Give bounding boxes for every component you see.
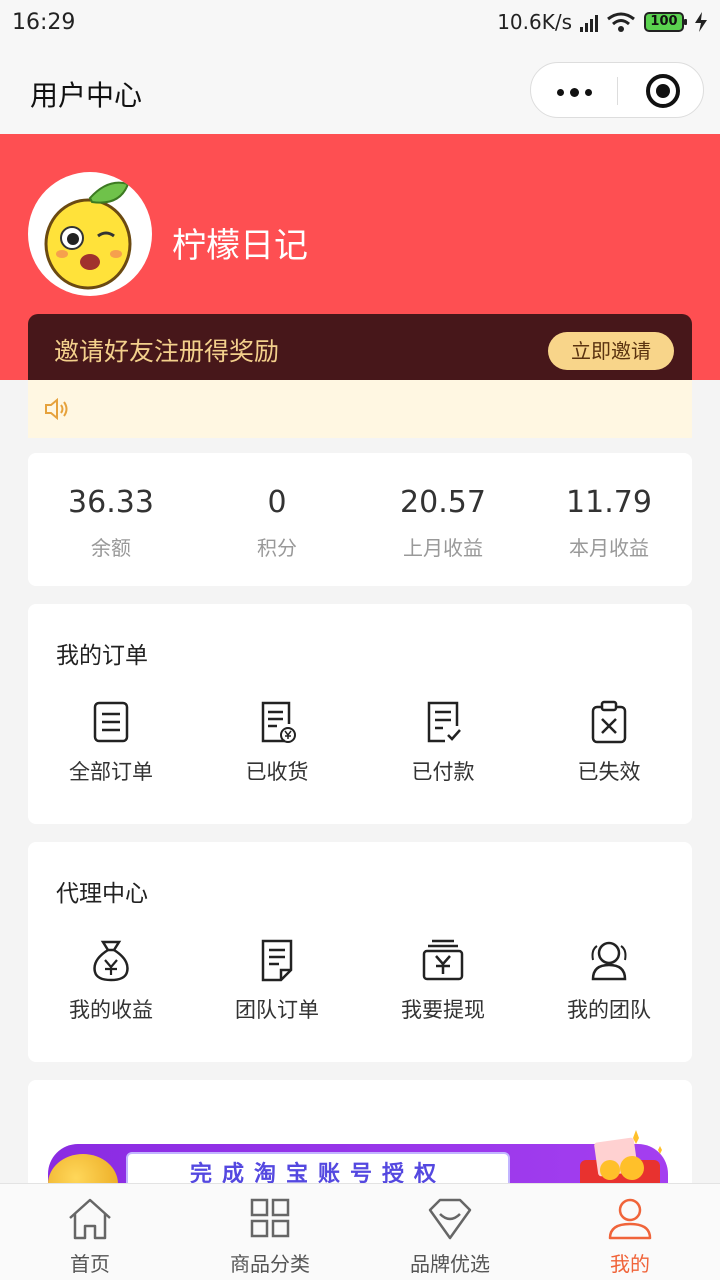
agent-card: 代理中心 我的收益 团队订单 我要提现 我的团队 <box>28 842 692 1062</box>
order-received[interactable]: 已收货 <box>194 700 360 786</box>
status-bar: 16:29 10.6K/s 100 <box>0 0 720 48</box>
icon-label: 团队订单 <box>235 998 319 1022</box>
agent-team-orders[interactable]: 团队订单 <box>194 938 360 1024</box>
section-title: 代理中心 <box>56 881 148 907</box>
icon-label: 我的收益 <box>69 998 153 1022</box>
status-right: 10.6K/s 100 <box>497 10 710 34</box>
receipt-yen-icon <box>261 701 296 743</box>
clipboard-x-icon <box>591 700 627 744</box>
speaker-icon <box>45 398 68 420</box>
orders-card: 我的订单 全部订单 已收货 已付款 已失效 <box>28 604 692 824</box>
document-check-icon <box>427 701 461 743</box>
page-title: 用户中心 <box>30 79 143 112</box>
tab-label: 首页 <box>70 1252 110 1276</box>
tab-label: 商品分类 <box>230 1252 310 1276</box>
agent-withdraw[interactable]: 我要提现 <box>360 938 526 1024</box>
orders-row: 全部订单 已收货 已付款 已失效 <box>28 700 692 786</box>
notice-bar <box>28 380 692 438</box>
order-paid[interactable]: 已付款 <box>360 700 526 786</box>
agent-team[interactable]: 我的团队 <box>526 938 692 1024</box>
agent-earnings[interactable]: 我的收益 <box>28 938 194 1024</box>
stat-value: 20.57 <box>400 485 486 520</box>
team-icon <box>591 941 627 981</box>
more-icon[interactable] <box>557 88 592 97</box>
icon-label: 全部订单 <box>69 760 153 784</box>
tab-home[interactable]: 首页 <box>0 1184 180 1280</box>
tab-label: 品牌优选 <box>410 1252 490 1276</box>
grid-icon <box>250 1198 290 1238</box>
stat-last-month[interactable]: 20.57 上月收益 <box>360 453 526 586</box>
stat-points[interactable]: 0 积分 <box>194 453 360 586</box>
order-expired[interactable]: 已失效 <box>526 700 692 786</box>
diamond-icon <box>428 1198 472 1240</box>
tab-label: 我的 <box>610 1252 650 1276</box>
invite-banner[interactable]: 邀请好友注册得奖励 立即邀请 <box>28 314 692 380</box>
stat-value: 11.79 <box>566 485 652 520</box>
tab-bar: 首页 商品分类 品牌优选 我的 <box>0 1183 720 1280</box>
agent-row: 我的收益 团队订单 我要提现 我的团队 <box>28 938 692 1024</box>
tab-brands[interactable]: 品牌优选 <box>360 1184 540 1280</box>
wifi-icon <box>607 12 635 32</box>
status-time: 16:29 <box>12 10 76 35</box>
money-bag-icon <box>93 940 129 982</box>
list-document-icon <box>261 939 293 982</box>
cash-stack-icon <box>422 939 464 981</box>
stat-this-month[interactable]: 11.79 本月收益 <box>526 453 692 586</box>
icon-label: 我的团队 <box>567 998 651 1022</box>
avatar[interactable] <box>28 172 152 296</box>
stat-label: 积分 <box>257 536 297 560</box>
stat-label: 本月收益 <box>569 536 649 560</box>
document-icon <box>93 701 129 743</box>
tab-categories[interactable]: 商品分类 <box>180 1184 360 1280</box>
stat-value: 0 <box>267 485 287 520</box>
user-icon <box>608 1198 652 1240</box>
icon-label: 我要提现 <box>401 998 485 1022</box>
signal-icon <box>580 12 598 32</box>
close-target-icon[interactable] <box>646 74 680 108</box>
section-title: 我的订单 <box>56 643 148 669</box>
icon-label: 已失效 <box>577 760 641 784</box>
capsule-divider <box>617 77 618 105</box>
network-speed: 10.6K/s <box>497 10 572 34</box>
stat-value: 36.33 <box>68 485 154 520</box>
mini-program-capsule <box>530 62 704 118</box>
icon-label: 已收货 <box>245 760 309 784</box>
battery-icon: 100 <box>644 12 687 32</box>
stat-label: 余额 <box>91 536 131 560</box>
invite-button[interactable]: 立即邀请 <box>548 332 674 370</box>
order-all[interactable]: 全部订单 <box>28 700 194 786</box>
navigation-bar: 用户中心 <box>0 48 720 134</box>
stat-balance[interactable]: 36.33 余额 <box>28 453 194 586</box>
tab-mine[interactable]: 我的 <box>540 1184 720 1280</box>
stats-card: 36.33 余额 0 积分 20.57 上月收益 11.79 本月收益 <box>28 453 692 586</box>
charging-icon <box>695 12 707 32</box>
home-icon <box>69 1198 111 1240</box>
lemon-avatar-icon <box>32 176 148 292</box>
icon-label: 已付款 <box>411 760 475 784</box>
invite-text: 邀请好友注册得奖励 <box>54 337 280 366</box>
username: 柠檬日记 <box>172 226 308 266</box>
stat-label: 上月收益 <box>403 536 483 560</box>
